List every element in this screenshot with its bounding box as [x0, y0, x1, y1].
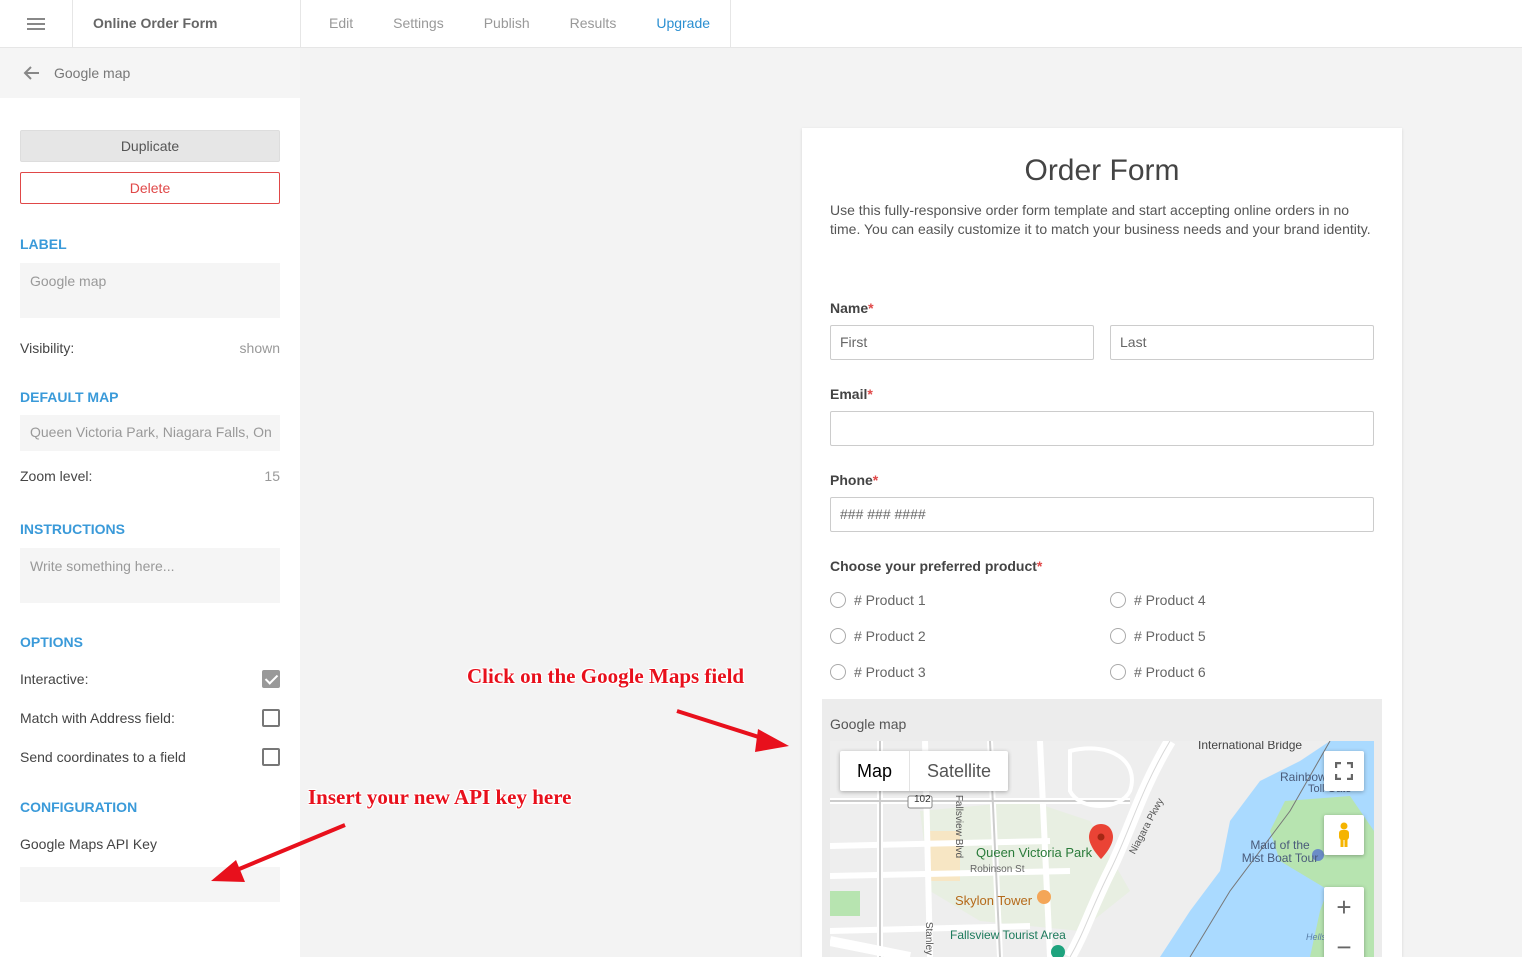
nav-settings[interactable]: Settings — [373, 0, 464, 48]
name-label: Name* — [830, 300, 874, 316]
arrow-to-map — [676, 709, 789, 752]
nav-upgrade[interactable]: Upgrade — [636, 0, 730, 48]
match-address-checkbox[interactable] — [262, 709, 280, 727]
instructions-input[interactable]: Write something here... — [20, 548, 280, 603]
product-radio-4[interactable]: # Product 4 — [1110, 592, 1206, 608]
send-coordinates-row: Send coordinates to a field — [20, 748, 280, 766]
google-map-embed[interactable]: 102 Queen Victoria Park Robinson St Skyl… — [830, 741, 1374, 957]
map-place-fallsview: Fallsview Tourist Area — [950, 928, 1066, 942]
highway-shield-label: 102 — [914, 794, 931, 805]
map-place-rainbow: Rainbow — [1280, 770, 1327, 784]
google-map-label: Google map — [830, 716, 907, 732]
product-radio-5[interactable]: # Product 5 — [1110, 628, 1206, 644]
product-label: Choose your preferred product* — [830, 558, 1043, 574]
zoom-out-icon[interactable]: − — [1336, 933, 1351, 957]
map-place-maid: Maid of the Mist Boat Tour — [1241, 838, 1319, 865]
google-map-field[interactable]: Google map 102 Queen Victoria Park Robin… — [822, 699, 1382, 957]
map-place-bridge: International Bridge — [1198, 741, 1303, 752]
visibility-row: Visibility: shown — [20, 340, 280, 356]
map-place-hells: Hells — [1306, 932, 1327, 942]
interactive-label: Interactive: — [20, 671, 89, 687]
default-map-input[interactable]: Queen Victoria Park, Niagara Falls, On — [20, 415, 280, 451]
api-key-input[interactable] — [20, 867, 280, 902]
form-title: Order Form — [1024, 154, 1180, 187]
app-title: Online Order Form — [73, 0, 301, 48]
nav-publish[interactable]: Publish — [464, 0, 550, 48]
top-bar: Online Order Form Edit Settings Publish … — [0, 0, 1522, 48]
options-section-title: OPTIONS — [20, 634, 84, 650]
product-radio-3[interactable]: # Product 3 — [830, 664, 926, 680]
sidebar-header-title: Google map — [54, 65, 131, 81]
hamburger-icon — [27, 18, 45, 30]
map-place-skylon: Skylon Tower — [955, 893, 1033, 908]
radio-circle[interactable] — [1110, 592, 1126, 608]
map-street-fallsview: Fallsview Blvd — [953, 794, 965, 859]
field-settings-sidebar: Google map Duplicate Delete LABEL Google… — [0, 48, 300, 957]
label-input[interactable]: Google map — [20, 263, 280, 318]
default-map-section-title: DEFAULT MAP — [20, 389, 119, 405]
radio-circle[interactable] — [830, 664, 846, 680]
first-name-input[interactable]: First — [830, 325, 1094, 360]
map-type-control: Map Satellite — [840, 751, 1009, 791]
email-label: Email* — [830, 386, 873, 402]
radio-circle[interactable] — [1110, 628, 1126, 644]
delete-button[interactable]: Delete — [20, 172, 280, 204]
zoom-level-row: Zoom level: 15 — [20, 468, 280, 484]
map-street-stanley: Stanley — [923, 921, 935, 956]
back-arrow-icon[interactable] — [22, 63, 42, 83]
api-key-label: Google Maps API Key — [20, 836, 157, 852]
last-name-input[interactable]: Last — [1110, 325, 1374, 360]
map-type-satellite-button[interactable]: Satellite — [910, 751, 1008, 791]
configuration-section-title: CONFIGURATION — [20, 799, 138, 815]
match-address-label: Match with Address field: — [20, 710, 175, 726]
top-nav: Edit Settings Publish Results Upgrade — [301, 0, 732, 48]
duplicate-button[interactable]: Duplicate — [20, 130, 280, 162]
send-coordinates-checkbox[interactable] — [262, 748, 280, 766]
pegman-icon — [1339, 822, 1349, 847]
form-preview-card: Order Form Use this fully-responsive ord… — [802, 128, 1402, 957]
map-place-park: Queen Victoria Park — [976, 845, 1093, 860]
annotation-click-map: Click on the Google Maps field — [467, 664, 745, 688]
interactive-row: Interactive: — [20, 670, 280, 688]
send-coordinates-label: Send coordinates to a field — [20, 749, 186, 765]
zoom-control: + − — [1324, 887, 1364, 957]
nav-results[interactable]: Results — [550, 0, 637, 48]
visibility-value[interactable]: shown — [240, 340, 280, 356]
email-input[interactable] — [830, 411, 1374, 446]
annotation-insert-key: Insert your new API key here — [308, 785, 572, 809]
interactive-checkbox[interactable] — [262, 670, 280, 688]
radio-circle[interactable] — [830, 592, 846, 608]
radio-circle[interactable] — [1110, 664, 1126, 680]
product-radio-2[interactable]: # Product 2 — [830, 628, 926, 644]
radio-circle[interactable] — [830, 628, 846, 644]
form-description: Use this fully-responsive order form tem… — [830, 202, 1371, 237]
map-street-robinson: Robinson St — [970, 864, 1025, 875]
zoom-in-icon[interactable]: + — [1336, 893, 1351, 921]
street-view-pegman-button[interactable] — [1324, 815, 1364, 855]
visibility-label: Visibility: — [20, 340, 75, 356]
phone-input[interactable]: ### ### #### — [830, 497, 1374, 532]
zoom-level-value[interactable]: 15 — [264, 468, 280, 484]
nav-edit[interactable]: Edit — [301, 0, 373, 48]
map-type-map-button[interactable]: Map — [840, 751, 911, 791]
zoom-level-label: Zoom level: — [20, 468, 93, 484]
sidebar-header: Google map — [0, 48, 300, 98]
fullscreen-icon — [1335, 762, 1353, 780]
phone-label: Phone* — [830, 472, 879, 488]
product-radio-6[interactable]: # Product 6 — [1110, 664, 1206, 680]
product-radio-1[interactable]: # Product 1 — [830, 592, 926, 608]
instructions-section-title: INSTRUCTIONS — [20, 521, 125, 537]
match-address-row: Match with Address field: — [20, 709, 280, 727]
label-section-title: LABEL — [20, 236, 67, 252]
fullscreen-button[interactable] — [1324, 751, 1364, 791]
menu-button[interactable] — [0, 0, 73, 48]
